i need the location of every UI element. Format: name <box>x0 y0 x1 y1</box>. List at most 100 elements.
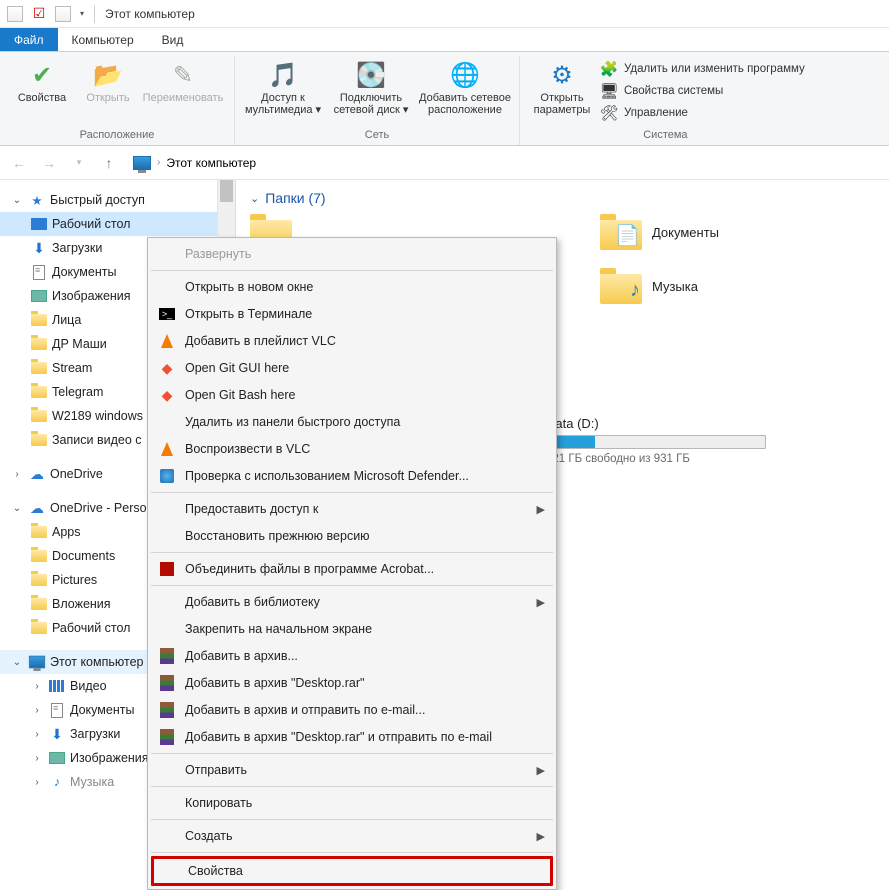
context-menu: Развернуть Открыть в новом окне >_Открыт… <box>147 237 557 890</box>
nav-back-button[interactable]: ← <box>6 150 32 176</box>
ctx-separator <box>151 552 553 553</box>
settings-gear-icon: ⚙ <box>551 58 573 92</box>
ctx-archive-desktop-email[interactable]: Добавить в архив "Desktop.rar" и отправи… <box>151 724 553 750</box>
ribbon-map-network-drive-button[interactable]: 💽 Подключить сетевой диск ▾ <box>327 56 415 116</box>
scrollbar-thumb[interactable] <box>220 180 233 202</box>
ribbon: ✔ Свойства 📂 Открыть ✎ Переименовать Рас… <box>0 52 889 146</box>
folder-icon <box>30 311 48 329</box>
nav-up-button[interactable]: ↑ <box>96 150 122 176</box>
expand-toggle-icon[interactable]: › <box>30 705 44 716</box>
quick-access-checkbox-icon[interactable]: ☑ <box>28 3 50 25</box>
ctx-restore-version[interactable]: Восстановить прежнюю версию <box>151 523 553 549</box>
tab-computer[interactable]: Компьютер <box>58 28 148 51</box>
ctx-create[interactable]: Создать▶ <box>151 823 553 849</box>
ctx-open-new-window[interactable]: Открыть в новом окне <box>151 274 553 300</box>
ctx-copy[interactable]: Копировать <box>151 790 553 816</box>
tab-view[interactable]: Вид <box>148 28 198 51</box>
documents-icon <box>48 701 66 719</box>
quick-access-customize-caret[interactable]: ▾ <box>76 9 88 18</box>
ctx-play-vlc[interactable]: Воспроизвести в VLC <box>151 436 553 462</box>
expand-toggle-icon[interactable]: › <box>30 681 44 692</box>
window-title: Этот компьютер <box>105 7 195 21</box>
ribbon-media-access-button[interactable]: 🎵 Доступ к мультимедиа ▾ <box>241 56 325 116</box>
folder-icon <box>30 335 48 353</box>
winrar-icon <box>157 646 177 666</box>
breadcrumb-this-pc[interactable]: Этот компьютер <box>166 156 256 170</box>
ctx-separator <box>151 585 553 586</box>
address-bar: ← → ▾ ↑ › Этот компьютер <box>0 146 889 180</box>
ribbon-uninstall-button[interactable]: 🧩 Удалить или изменить программу <box>600 60 805 78</box>
expand-toggle-icon[interactable]: › <box>30 753 44 764</box>
submenu-arrow-icon: ▶ <box>537 764 545 777</box>
ctx-add-archive[interactable]: Добавить в архив... <box>151 643 553 669</box>
quick-access-blank-doc-icon[interactable] <box>52 3 74 25</box>
git-icon: ◆ <box>157 385 177 405</box>
ctx-add-desktop-rar[interactable]: Добавить в архив "Desktop.rar" <box>151 670 553 696</box>
address-field[interactable]: › Этот компьютер <box>126 152 263 174</box>
chevron-down-icon: ⌄ <box>250 192 259 205</box>
documents-icon <box>30 263 48 281</box>
expand-toggle-icon[interactable]: ⌄ <box>10 657 24 668</box>
submenu-arrow-icon: ▶ <box>537 596 545 609</box>
desktop-icon <box>30 215 48 233</box>
add-network-location-icon: 🌐 <box>450 58 480 92</box>
video-icon <box>48 677 66 695</box>
nav-recent-caret[interactable]: ▾ <box>66 150 92 176</box>
ctx-pin-start[interactable]: Закрепить на начальном экране <box>151 616 553 642</box>
ctx-git-bash[interactable]: ◆Open Git Bash here <box>151 382 553 408</box>
folder-large-icon: 📄 <box>600 214 642 250</box>
nav-forward-button[interactable]: → <box>36 150 62 176</box>
ctx-add-vlc-playlist[interactable]: Добавить в плейлист VLC <box>151 328 553 354</box>
ctx-expand[interactable]: Развернуть <box>151 241 553 267</box>
ribbon-group-network: 🎵 Доступ к мультимедиа ▾ 💽 Подключить се… <box>235 56 520 145</box>
ribbon-open-settings-button[interactable]: ⚙ Открыть параметры <box>526 56 598 122</box>
ctx-properties[interactable]: Свойства <box>151 856 553 886</box>
ctx-send-to[interactable]: Отправить▶ <box>151 757 553 783</box>
ribbon-system-properties-button[interactable]: 🖥 Свойства системы <box>600 82 805 100</box>
titlebar-separator <box>94 5 95 23</box>
tree-quick-access[interactable]: ⌄ ★ Быстрый доступ <box>0 188 217 212</box>
ctx-add-library[interactable]: Добавить в библиотеку▶ <box>151 589 553 615</box>
ctx-archive-email[interactable]: Добавить в архив и отправить по e-mail..… <box>151 697 553 723</box>
this-pc-icon <box>133 156 151 170</box>
ribbon-properties-button[interactable]: ✔ Свойства <box>6 56 78 104</box>
breadcrumb-caret-icon: › <box>157 157 160 168</box>
downloads-icon: ⬇ <box>48 725 66 743</box>
folder-icon <box>30 359 48 377</box>
expand-toggle-icon[interactable]: ⌄ <box>10 503 24 514</box>
title-bar: ☑ ▾ Этот компьютер <box>0 0 889 28</box>
system-properties-icon: 🖥 <box>600 82 618 100</box>
ctx-combine-acrobat[interactable]: Объединить файлы в программе Acrobat... <box>151 556 553 582</box>
ctx-separator <box>151 270 553 271</box>
expand-toggle-icon[interactable]: › <box>30 777 44 788</box>
folder-documents[interactable]: 📄 Документы <box>600 214 719 250</box>
ribbon-rename-button[interactable]: ✎ Переименовать <box>138 56 228 104</box>
ribbon-group-system-label: Система <box>643 129 687 143</box>
expand-toggle-icon[interactable]: ⌄ <box>10 195 24 206</box>
ctx-scan-defender[interactable]: Проверка с использованием Microsoft Defe… <box>151 463 553 489</box>
winrar-icon <box>157 727 177 747</box>
ribbon-group-location-label: Расположение <box>80 129 155 143</box>
ribbon-manage-button[interactable]: 🛠 Управление <box>600 104 805 122</box>
expand-toggle-icon[interactable]: › <box>10 469 24 480</box>
properties-icon: ✔ <box>32 58 52 92</box>
ctx-git-gui[interactable]: ◆Open Git GUI here <box>151 355 553 381</box>
submenu-arrow-icon: ▶ <box>537 503 545 516</box>
ctx-separator <box>151 819 553 820</box>
submenu-arrow-icon: ▶ <box>537 830 545 843</box>
quick-access-doc-icon[interactable] <box>4 3 26 25</box>
pictures-icon <box>30 287 48 305</box>
ctx-give-access[interactable]: Предоставить доступ к▶ <box>151 496 553 522</box>
music-icon: ♪ <box>48 773 66 790</box>
tab-file[interactable]: Файл <box>0 28 58 51</box>
folder-music[interactable]: ♪ Музыка <box>600 268 719 304</box>
ribbon-add-network-location-button[interactable]: 🌐 Добавить сетевое расположение <box>417 56 513 116</box>
ctx-separator <box>151 786 553 787</box>
tree-desktop[interactable]: Рабочий стол <box>0 212 217 236</box>
ctx-remove-quick-access[interactable]: Удалить из панели быстрого доступа <box>151 409 553 435</box>
folders-section-header[interactable]: ⌄ Папки (7) <box>250 190 879 206</box>
expand-toggle-icon[interactable]: › <box>30 729 44 740</box>
ribbon-open-button[interactable]: 📂 Открыть <box>80 56 136 104</box>
ribbon-group-network-label: Сеть <box>365 129 389 143</box>
ctx-open-terminal[interactable]: >_Открыть в Терминале <box>151 301 553 327</box>
